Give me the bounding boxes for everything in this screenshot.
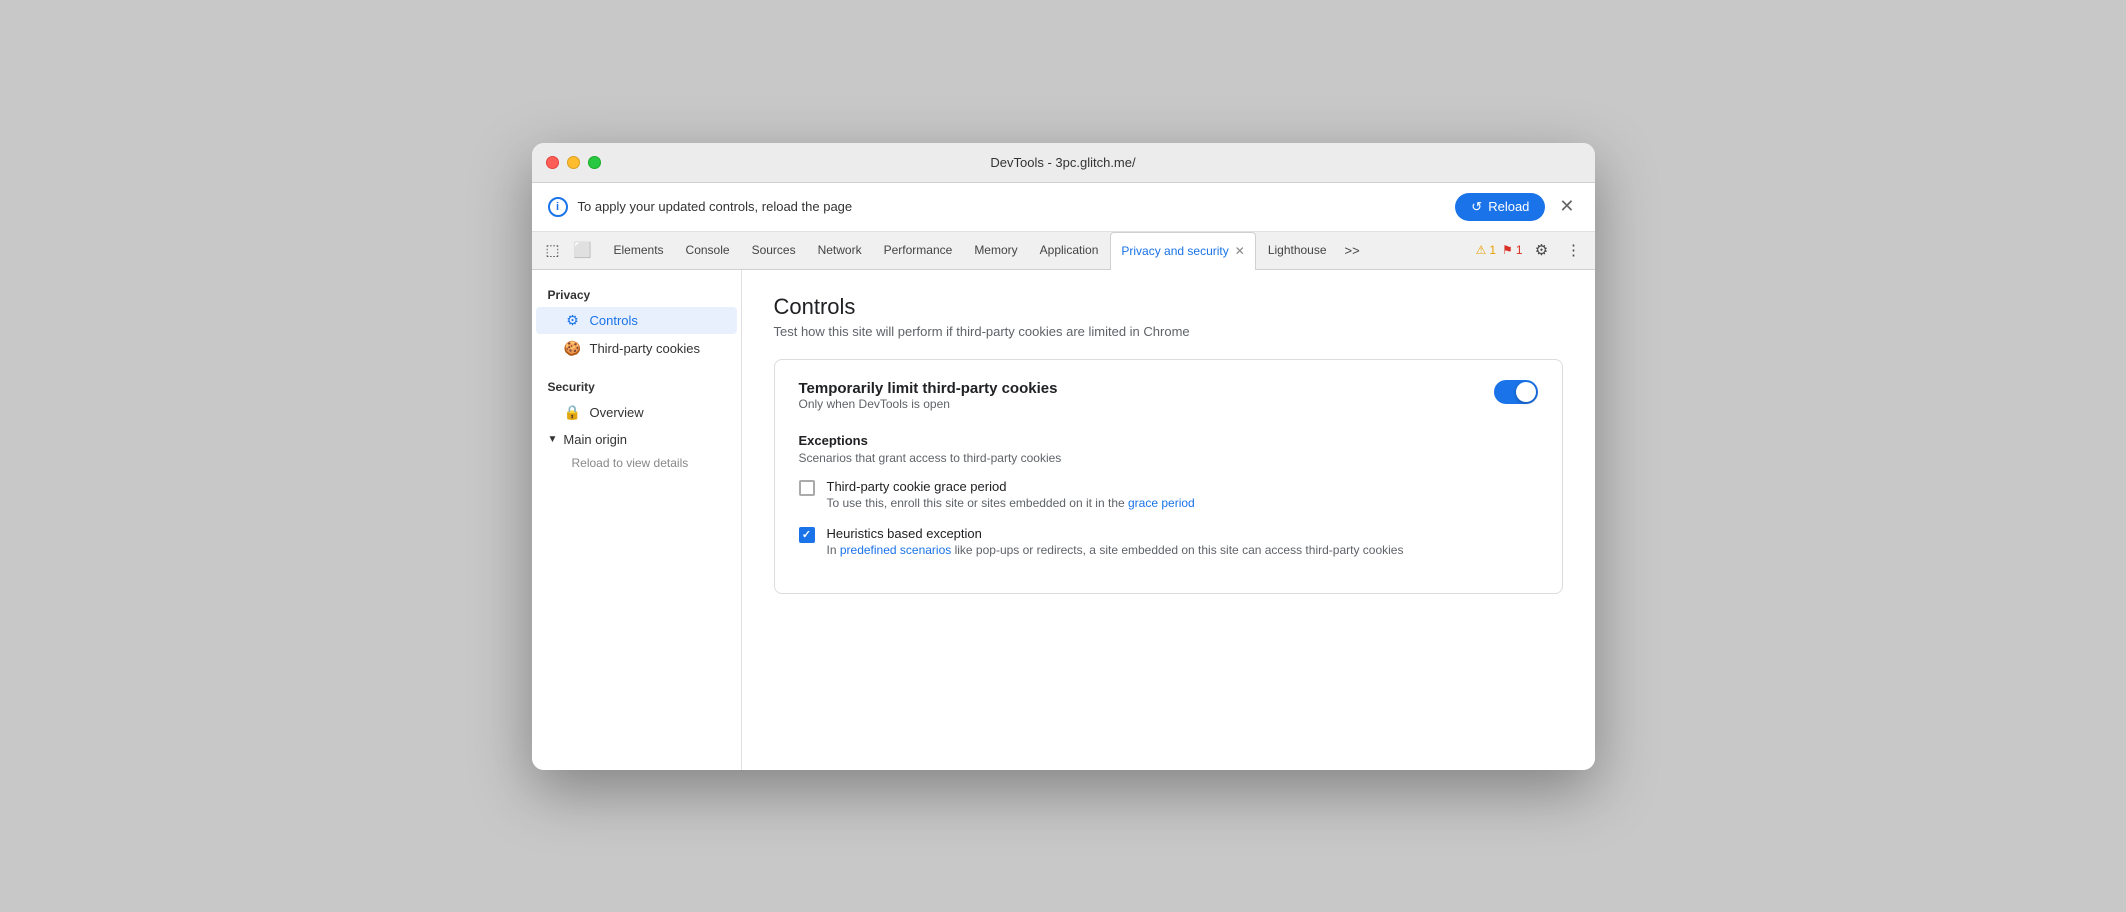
card-header: Temporarily limit third-party cookies On… — [799, 380, 1538, 429]
warning-icon: ⚠ — [1476, 243, 1487, 257]
window-title: DevTools - 3pc.glitch.me/ — [990, 155, 1135, 170]
exception-grace-period: Third-party cookie grace period To use t… — [799, 479, 1538, 512]
reload-button[interactable]: ↺ Reload — [1455, 193, 1545, 221]
tab-elements[interactable]: Elements — [604, 231, 674, 269]
exceptions-title: Exceptions — [799, 433, 1538, 448]
sidebar-item-controls[interactable]: ⚙ Controls — [536, 307, 737, 334]
exceptions-description: Scenarios that grant access to third-par… — [799, 451, 1538, 465]
predefined-scenarios-link[interactable]: predefined scenarios — [840, 543, 951, 557]
cookie-icon: 🍪 — [564, 340, 582, 357]
minimize-button[interactable] — [567, 156, 580, 169]
sidebar-item-main-origin[interactable]: ▼ Main origin — [532, 427, 741, 452]
notification-message: To apply your updated controls, reload t… — [578, 199, 1446, 214]
tab-toolbar: ⚠ 1 ⚑ 1 ⚙ ⋮ — [1476, 237, 1587, 263]
main-layout: Privacy ⚙ Controls 🍪 Third-party cookies… — [532, 270, 1595, 770]
heuristics-text: Heuristics based exception In predefined… — [827, 526, 1404, 559]
more-options-icon[interactable]: ⋮ — [1561, 237, 1587, 263]
lock-icon: 🔒 — [564, 404, 582, 421]
tab-network[interactable]: Network — [808, 231, 872, 269]
titlebar: DevTools - 3pc.glitch.me/ — [532, 143, 1595, 183]
privacy-section-title: Privacy — [532, 282, 741, 306]
info-icon: i — [548, 197, 568, 217]
page-title: Controls — [774, 294, 1563, 320]
sidebar-item-third-party-cookies[interactable]: 🍪 Third-party cookies — [536, 335, 737, 362]
tab-console[interactable]: Console — [676, 231, 740, 269]
tab-lighthouse[interactable]: Lighthouse — [1258, 231, 1337, 269]
notification-bar: i To apply your updated controls, reload… — [532, 183, 1595, 232]
grace-period-title: Third-party cookie grace period — [827, 479, 1195, 494]
device-toggle-icon[interactable]: ⬜ — [570, 237, 596, 263]
gear-icon: ⚙ — [564, 312, 582, 329]
tab-icon-buttons: ⬚ ⬜ — [540, 237, 596, 263]
security-section-title: Security — [532, 374, 741, 398]
sidebar-item-overview[interactable]: 🔒 Overview — [536, 399, 737, 426]
notification-close-button[interactable]: ✕ — [1555, 196, 1578, 217]
settings-icon[interactable]: ⚙ — [1529, 237, 1555, 263]
card-title-group: Temporarily limit third-party cookies On… — [799, 380, 1058, 429]
sidebar: Privacy ⚙ Controls 🍪 Third-party cookies… — [532, 270, 742, 770]
exceptions-section: Exceptions Scenarios that grant access t… — [799, 433, 1538, 559]
tabbar: ⬚ ⬜ Elements Console Sources Network Per… — [532, 232, 1595, 270]
limit-cookies-toggle[interactable] — [1494, 380, 1538, 404]
reload-icon: ↺ — [1471, 199, 1482, 215]
heuristics-title: Heuristics based exception — [827, 526, 1404, 541]
grace-period-desc: To use this, enroll this site or sites e… — [827, 494, 1195, 512]
grace-period-text: Third-party cookie grace period To use t… — [827, 479, 1195, 512]
more-tabs-button[interactable]: >> — [1339, 243, 1366, 258]
content-area: Controls Test how this site will perform… — [742, 270, 1595, 770]
heuristics-checkbox[interactable] — [799, 527, 815, 543]
tab-memory[interactable]: Memory — [964, 231, 1027, 269]
warning-badge[interactable]: ⚠ 1 — [1476, 243, 1496, 257]
exception-heuristics: Heuristics based exception In predefined… — [799, 526, 1538, 559]
chevron-down-icon: ▼ — [548, 434, 558, 445]
tab-sources[interactable]: Sources — [742, 231, 806, 269]
grace-period-link[interactable]: grace period — [1128, 496, 1195, 510]
heuristics-desc: In predefined scenarios like pop-ups or … — [827, 541, 1404, 559]
sidebar-sub-reload-detail: Reload to view details — [532, 452, 741, 474]
controls-card: Temporarily limit third-party cookies On… — [774, 359, 1563, 594]
tab-privacy-and-security[interactable]: Privacy and security ✕ — [1110, 232, 1255, 270]
error-badge[interactable]: ⚑ 1 — [1502, 243, 1522, 257]
element-picker-icon[interactable]: ⬚ — [540, 237, 566, 263]
grace-period-checkbox[interactable] — [799, 480, 815, 496]
close-button[interactable] — [546, 156, 559, 169]
card-title: Temporarily limit third-party cookies — [799, 380, 1058, 397]
devtools-window: DevTools - 3pc.glitch.me/ i To apply you… — [532, 143, 1595, 770]
maximize-button[interactable] — [588, 156, 601, 169]
flag-icon: ⚑ — [1502, 243, 1513, 257]
tab-close-icon[interactable]: ✕ — [1235, 244, 1245, 258]
tab-performance[interactable]: Performance — [874, 231, 963, 269]
card-description: Only when DevTools is open — [799, 397, 1058, 411]
traffic-lights — [546, 156, 601, 169]
tab-application[interactable]: Application — [1030, 231, 1109, 269]
toggle-knob — [1516, 382, 1536, 402]
page-subtitle: Test how this site will perform if third… — [774, 324, 1563, 339]
